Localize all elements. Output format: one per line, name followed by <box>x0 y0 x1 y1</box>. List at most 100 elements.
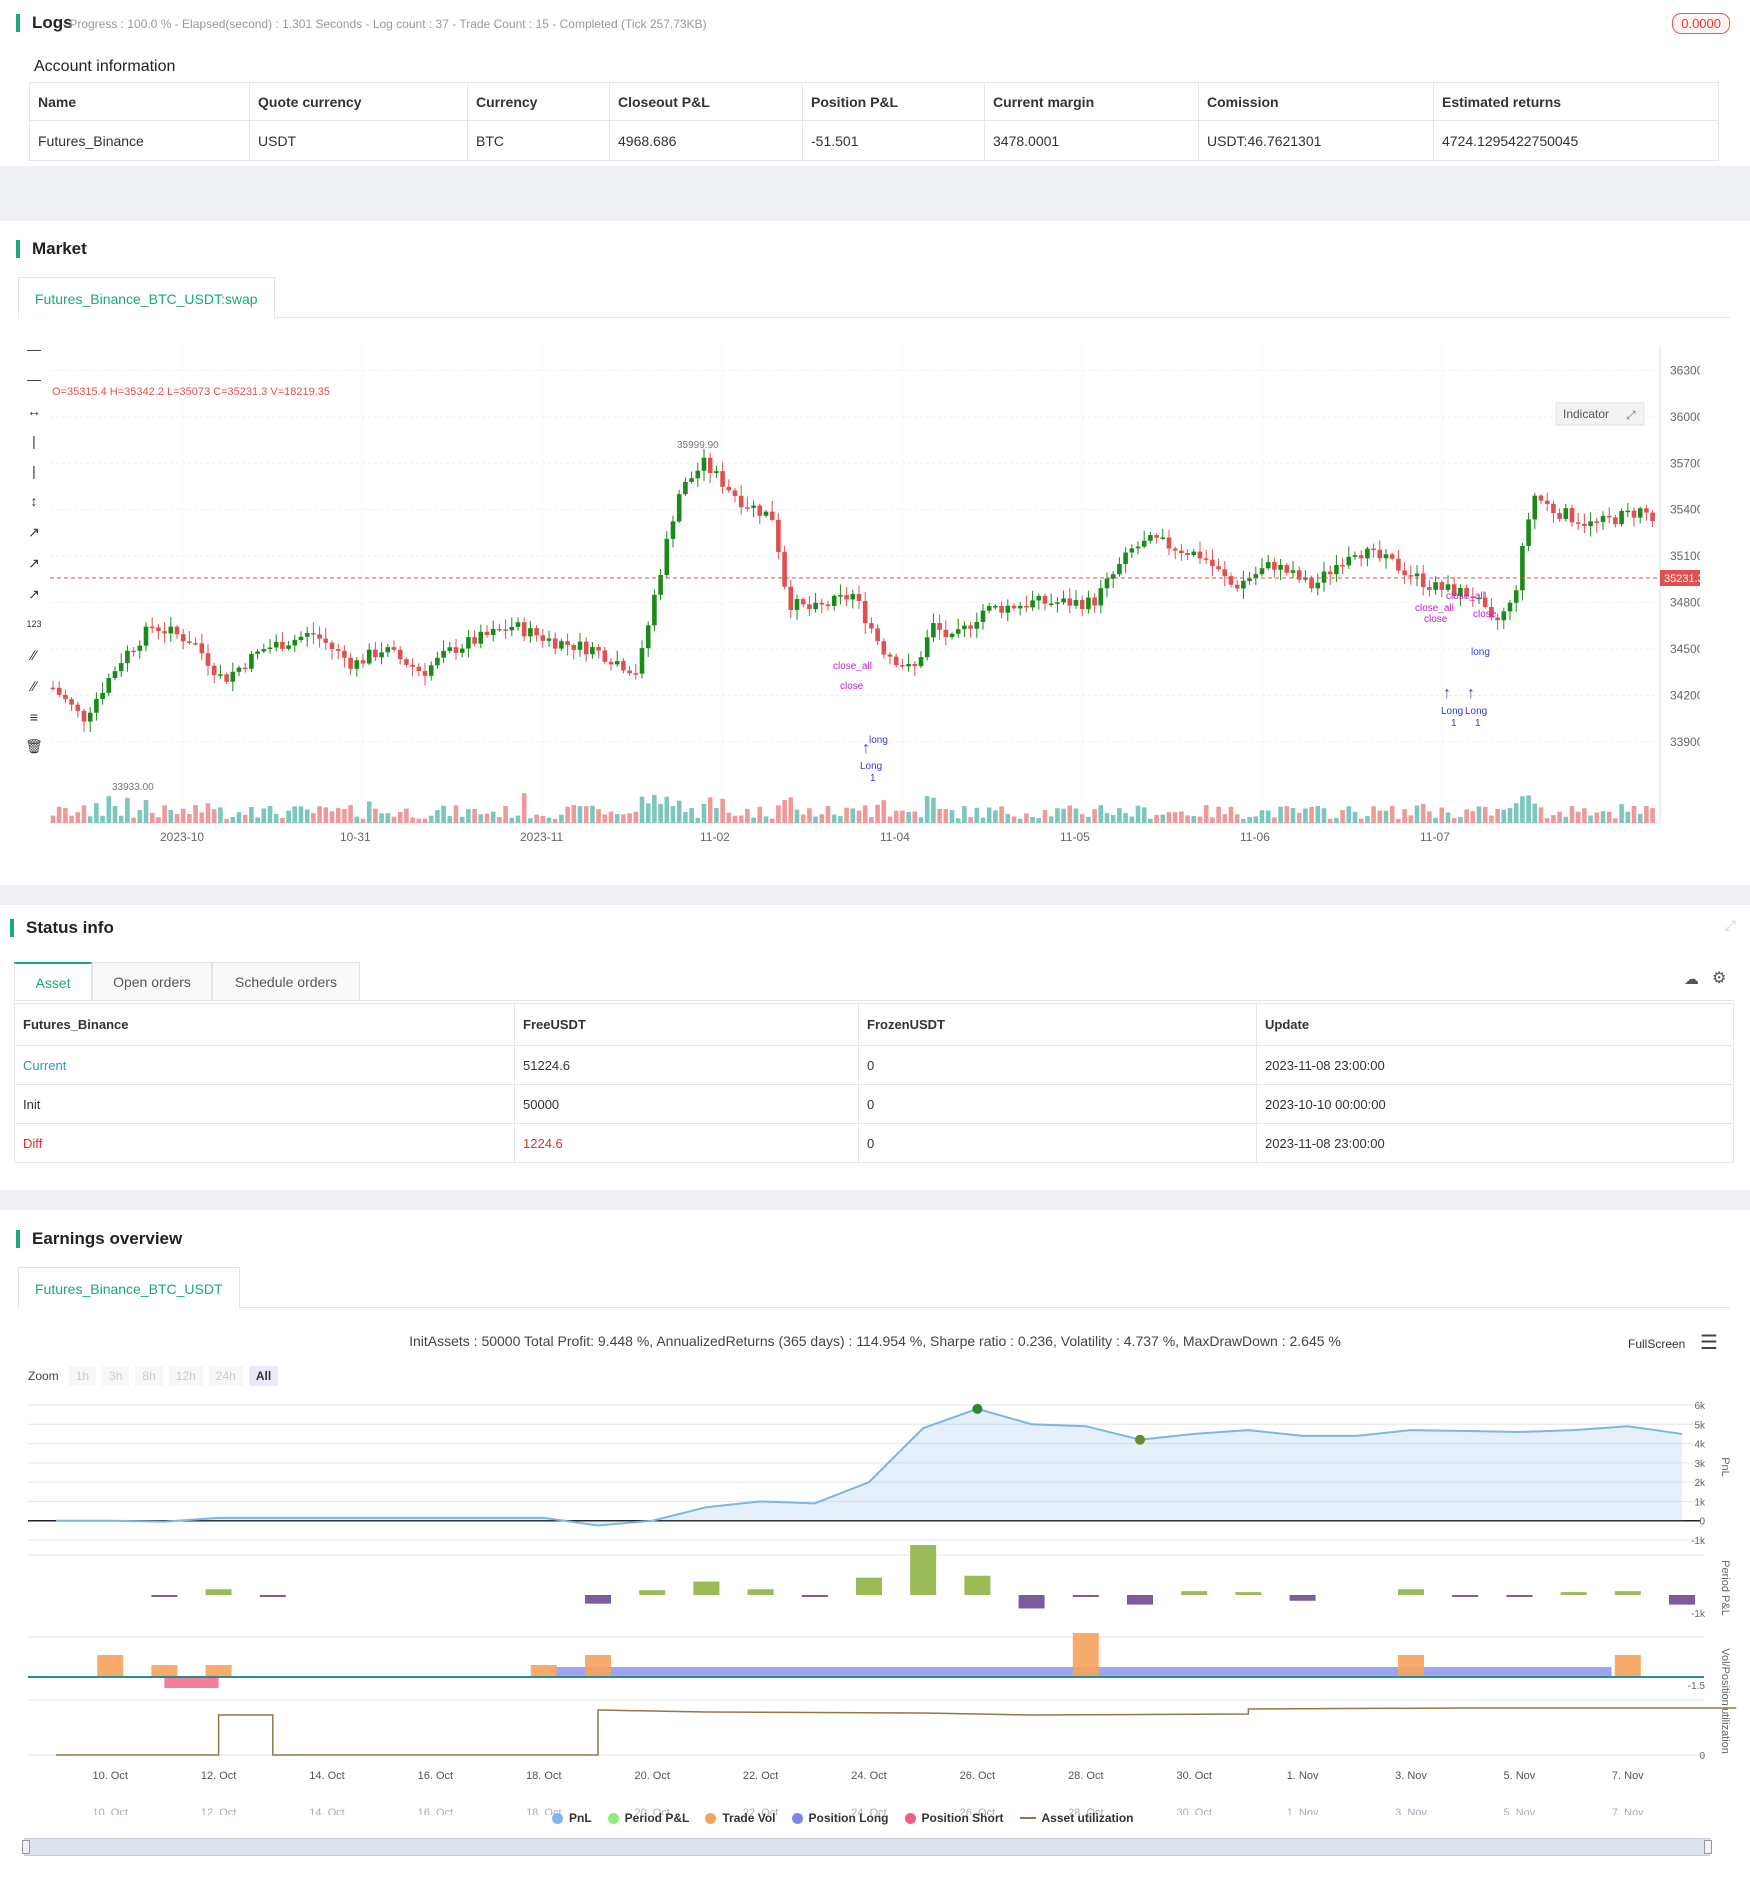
candle-body <box>1185 553 1190 556</box>
account-cell: 4724.1295422750045 <box>1433 120 1719 161</box>
asset-row-diff: Diff 1224.6 0 2023-11-08 23:00:00 <box>14 1123 1734 1163</box>
volume-bar <box>478 814 484 823</box>
legend-label: Period P&L <box>624 1811 690 1825</box>
navigator-handle-left[interactable] <box>22 1840 30 1854</box>
zoom-all[interactable]: All <box>248 1366 279 1386</box>
market-panel: Market Futures_Binance_BTC_USDT:swap — —… <box>0 221 1750 885</box>
pnl-tick: 5k <box>1694 1420 1706 1431</box>
zoom-3h[interactable]: 3h <box>102 1366 130 1386</box>
navigator-date-tick: 1. Nov <box>1287 1807 1319 1815</box>
tab-open-orders[interactable]: Open orders <box>92 962 212 1000</box>
volume-bar <box>509 817 515 823</box>
candle-body <box>87 712 93 722</box>
legend-item[interactable]: Position Short <box>904 1811 1004 1825</box>
legend-swatch <box>705 1812 717 1824</box>
volume-bar <box>1482 807 1488 823</box>
volume-bar <box>1191 816 1197 823</box>
expand-icon[interactable]: ⤢ <box>1625 408 1636 422</box>
candle-body <box>193 643 198 645</box>
candle-body <box>999 606 1004 613</box>
time-tick: 2023-10 <box>160 830 204 844</box>
date-tick: 26. Oct <box>960 1770 995 1782</box>
price-tick: 36000.00 <box>1670 410 1700 424</box>
volume-bar <box>1650 808 1655 823</box>
candle-body <box>1551 503 1556 514</box>
volume-bar <box>1309 806 1314 823</box>
candle-body <box>1241 580 1246 589</box>
candle-body <box>614 661 620 665</box>
zoom-12h[interactable]: 12h <box>168 1366 203 1386</box>
cloud-download-icon[interactable]: ☁ <box>1684 970 1699 988</box>
candle-body <box>1445 584 1451 590</box>
candle-body <box>118 663 124 672</box>
tab-asset[interactable]: Asset <box>14 962 92 1000</box>
candle-body <box>63 694 68 700</box>
earnings-symbol-tab[interactable]: Futures_Binance_BTC_USDT <box>18 1267 240 1309</box>
zoom-1h[interactable]: 1h <box>68 1366 97 1386</box>
legend-item[interactable]: Position Long <box>791 1811 889 1825</box>
candle-body <box>670 521 676 539</box>
low-marker-label: 33933.00 <box>112 782 154 793</box>
fullscreen-button[interactable]: FullScreen <box>1628 1337 1685 1351</box>
legend-item[interactable]: Period P&L <box>607 1811 690 1825</box>
earnings-chart[interactable]: 6k 5k 4k 3k 2k 1k 0 -1k -1k -1.5 0 10. Oct 10. Oct 12… <box>0 1395 1750 1815</box>
legend-item[interactable]: Asset utilization <box>1019 1811 1134 1825</box>
candle-body <box>1024 605 1029 608</box>
volume-bar <box>1210 817 1215 823</box>
legend-item[interactable]: PnL <box>552 1811 592 1825</box>
trade-vol-bar <box>1614 1655 1641 1677</box>
navigator-handle-right[interactable] <box>1704 1840 1712 1854</box>
volume-bar <box>745 808 750 823</box>
tab-schedule-orders[interactable]: Schedule orders <box>212 962 360 1000</box>
candle-body <box>94 698 99 713</box>
navigator[interactable] <box>24 1838 1710 1856</box>
candle-body <box>56 687 62 695</box>
candle-body <box>335 649 341 651</box>
volume-bar <box>1544 818 1550 823</box>
volume-bar <box>1470 811 1476 823</box>
trade-marker-label: 1 <box>870 773 876 784</box>
zoom-8h[interactable]: 8h <box>135 1366 163 1386</box>
volume-bar <box>577 806 583 823</box>
volume-bar <box>1024 813 1029 823</box>
legend-item[interactable]: Trade Vol <box>705 1811 776 1825</box>
volume-bar <box>552 818 558 823</box>
zoom-24h[interactable]: 24h <box>208 1366 243 1386</box>
trade-marker-label: close <box>840 681 864 692</box>
market-symbol-tab[interactable]: Futures_Binance_BTC_USDT:swap <box>18 277 275 319</box>
volume-bar <box>459 816 465 823</box>
candle-body <box>993 606 998 608</box>
date-tick: 7. Nov <box>1612 1770 1644 1782</box>
candle-body <box>559 641 564 649</box>
indicator-button[interactable]: Indicator <box>1563 407 1609 421</box>
zoom-label: Zoom <box>28 1369 59 1383</box>
candle-body <box>745 507 750 509</box>
candlestick-chart[interactable]: 36300.00 36000.00 35700.00 35400.00 35100.00… <box>0 325 1700 845</box>
trade-marker-label: long <box>869 735 888 746</box>
menu-icon[interactable]: ☰ <box>1700 1330 1718 1355</box>
volume-bar <box>813 816 818 823</box>
volume-bar <box>112 806 118 823</box>
volume-bar <box>373 808 378 823</box>
collapse-icon[interactable]: ⤢ <box>1725 917 1736 934</box>
candle-body <box>125 650 130 664</box>
candle-body <box>447 647 453 651</box>
pnl-tick: 6k <box>1694 1401 1706 1412</box>
candle-body <box>255 651 260 654</box>
period-bar <box>1289 1595 1316 1601</box>
date-tick: 12. Oct <box>201 1770 236 1782</box>
ohlc-readout: O=35315.4 H=35342.2 L=35073 C=35231.3 V=… <box>52 386 330 398</box>
account-header: Estimated returns <box>1433 82 1719 121</box>
candle-body <box>280 641 285 649</box>
candle-body <box>391 647 397 650</box>
candle-body <box>441 650 446 658</box>
volume-bar <box>1631 805 1637 823</box>
account-cell: USDT:46.7621301 <box>1198 120 1434 161</box>
volume-bar <box>1451 818 1457 823</box>
candle-body <box>1265 562 1271 569</box>
period-bar <box>639 1590 666 1595</box>
candle-body <box>974 621 980 629</box>
gear-icon[interactable]: ⚙ <box>1712 968 1726 988</box>
account-header: Quote currency <box>249 82 468 121</box>
volume-bar <box>298 806 304 823</box>
